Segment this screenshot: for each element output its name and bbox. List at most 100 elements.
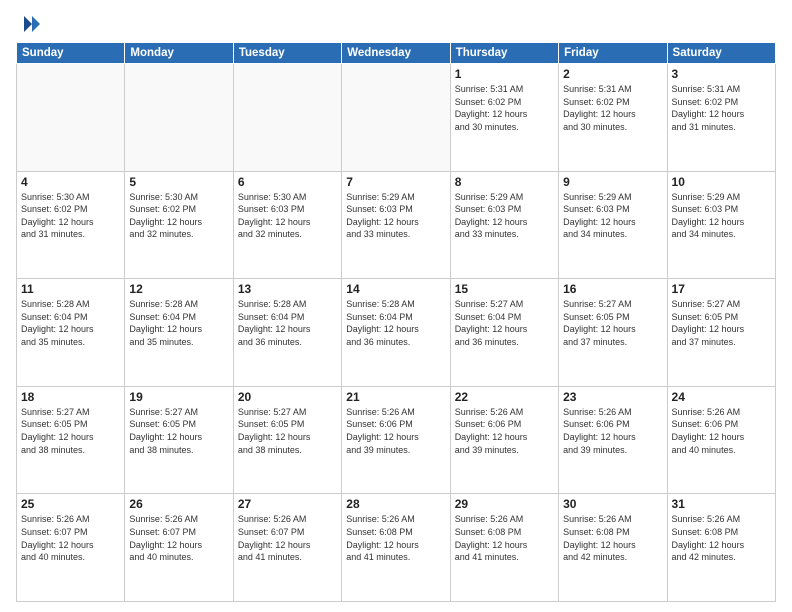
page: SundayMondayTuesdayWednesdayThursdayFrid… xyxy=(0,0,792,612)
day-number: 7 xyxy=(346,175,445,189)
day-number: 12 xyxy=(129,282,228,296)
calendar-table: SundayMondayTuesdayWednesdayThursdayFrid… xyxy=(16,42,776,602)
day-cell: 27 Sunrise: 5:26 AM Sunset: 6:07 PM Dayli… xyxy=(233,494,341,602)
week-row-2: 4 Sunrise: 5:30 AM Sunset: 6:02 PM Daylig… xyxy=(17,171,776,279)
day-info: Sunrise: 5:28 AM Sunset: 6:04 PM Dayligh… xyxy=(238,298,337,348)
day-cell: 16 Sunrise: 5:27 AM Sunset: 6:05 PM Dayli… xyxy=(559,279,667,387)
day-cell: 17Sunrise: 5:27 AM Sunset: 6:05 PM Dayli… xyxy=(667,279,775,387)
day-info: Sunrise: 5:26 AM Sunset: 6:07 PM Dayligh… xyxy=(238,513,337,563)
day-number: 19 xyxy=(129,390,228,404)
day-cell: 20Sunrise: 5:27 AM Sunset: 6:05 PM Dayli… xyxy=(233,386,341,494)
day-number: 23 xyxy=(563,390,662,404)
day-cell: 22 Sunrise: 5:26 AM Sunset: 6:06 PM Dayli… xyxy=(450,386,558,494)
day-number: 8 xyxy=(455,175,554,189)
day-cell: 23 Sunrise: 5:26 AM Sunset: 6:06 PM Dayli… xyxy=(559,386,667,494)
day-info: Sunrise: 5:29 AM Sunset: 6:03 PM Dayligh… xyxy=(672,191,771,241)
day-info: Sunrise: 5:28 AM Sunset: 6:04 PM Dayligh… xyxy=(129,298,228,348)
day-number: 22 xyxy=(455,390,554,404)
day-number: 9 xyxy=(563,175,662,189)
day-info: Sunrise: 5:26 AM Sunset: 6:06 PM Dayligh… xyxy=(455,406,554,456)
col-header-wednesday: Wednesday xyxy=(342,43,450,64)
day-info: Sunrise: 5:26 AM Sunset: 6:06 PM Dayligh… xyxy=(672,406,771,456)
day-number: 2 xyxy=(563,67,662,81)
day-info: Sunrise: 5:30 AM Sunset: 6:02 PM Dayligh… xyxy=(21,191,120,241)
day-number: 11 xyxy=(21,282,120,296)
day-info: Sunrise: 5:31 AM Sunset: 6:02 PM Dayligh… xyxy=(563,83,662,133)
day-number: 24 xyxy=(672,390,771,404)
day-number: 26 xyxy=(129,497,228,511)
day-info: Sunrise: 5:31 AM Sunset: 6:02 PM Dayligh… xyxy=(455,83,554,133)
day-number: 25 xyxy=(21,497,120,511)
day-info: Sunrise: 5:26 AM Sunset: 6:08 PM Dayligh… xyxy=(563,513,662,563)
day-cell: 4 Sunrise: 5:30 AM Sunset: 6:02 PM Daylig… xyxy=(17,171,125,279)
day-cell: 2 Sunrise: 5:31 AM Sunset: 6:02 PM Daylig… xyxy=(559,64,667,172)
day-number: 6 xyxy=(238,175,337,189)
day-info: Sunrise: 5:27 AM Sunset: 6:05 PM Dayligh… xyxy=(672,298,771,348)
day-number: 20 xyxy=(238,390,337,404)
day-number: 16 xyxy=(563,282,662,296)
day-info: Sunrise: 5:27 AM Sunset: 6:05 PM Dayligh… xyxy=(129,406,228,456)
logo xyxy=(16,12,44,36)
day-number: 4 xyxy=(21,175,120,189)
day-cell: 1 Sunrise: 5:31 AM Sunset: 6:02 PM Daylig… xyxy=(450,64,558,172)
day-info: Sunrise: 5:26 AM Sunset: 6:06 PM Dayligh… xyxy=(346,406,445,456)
day-cell xyxy=(17,64,125,172)
day-cell: 14Sunrise: 5:28 AM Sunset: 6:04 PM Dayli… xyxy=(342,279,450,387)
day-cell: 6 Sunrise: 5:30 AM Sunset: 6:03 PM Daylig… xyxy=(233,171,341,279)
day-number: 18 xyxy=(21,390,120,404)
day-number: 15 xyxy=(455,282,554,296)
day-number: 21 xyxy=(346,390,445,404)
day-info: Sunrise: 5:27 AM Sunset: 6:04 PM Dayligh… xyxy=(455,298,554,348)
day-cell: 21 Sunrise: 5:26 AM Sunset: 6:06 PM Dayli… xyxy=(342,386,450,494)
logo-icon xyxy=(16,12,40,36)
week-row-4: 18 Sunrise: 5:27 AM Sunset: 6:05 PM Dayli… xyxy=(17,386,776,494)
day-cell xyxy=(342,64,450,172)
day-info: Sunrise: 5:29 AM Sunset: 6:03 PM Dayligh… xyxy=(455,191,554,241)
col-header-tuesday: Tuesday xyxy=(233,43,341,64)
day-cell: 19 Sunrise: 5:27 AM Sunset: 6:05 PM Dayli… xyxy=(125,386,233,494)
day-cell: 3Sunrise: 5:31 AM Sunset: 6:02 PM Daylig… xyxy=(667,64,775,172)
day-info: Sunrise: 5:29 AM Sunset: 6:03 PM Dayligh… xyxy=(346,191,445,241)
day-info: Sunrise: 5:28 AM Sunset: 6:04 PM Dayligh… xyxy=(21,298,120,348)
col-header-friday: Friday xyxy=(559,43,667,64)
col-header-monday: Monday xyxy=(125,43,233,64)
day-info: Sunrise: 5:26 AM Sunset: 6:08 PM Dayligh… xyxy=(455,513,554,563)
day-info: Sunrise: 5:27 AM Sunset: 6:05 PM Dayligh… xyxy=(563,298,662,348)
day-cell: 15 Sunrise: 5:27 AM Sunset: 6:04 PM Dayli… xyxy=(450,279,558,387)
day-info: Sunrise: 5:30 AM Sunset: 6:03 PM Dayligh… xyxy=(238,191,337,241)
day-cell: 25Sunrise: 5:26 AM Sunset: 6:07 PM Dayli… xyxy=(17,494,125,602)
day-number: 13 xyxy=(238,282,337,296)
col-header-sunday: Sunday xyxy=(17,43,125,64)
day-cell: 8 Sunrise: 5:29 AM Sunset: 6:03 PM Daylig… xyxy=(450,171,558,279)
col-header-thursday: Thursday xyxy=(450,43,558,64)
week-row-5: 25 Sunrise: 5:26 AM Sunset: 6:07 PM Dayli… xyxy=(17,494,776,602)
day-info: Sunrise: 5:26 AM Sunset: 6:06 PM Dayligh… xyxy=(563,406,662,456)
day-cell: 24 Sunrise: 5:26 AM Sunset: 6:06 PM Dayli… xyxy=(667,386,775,494)
day-info: Sunrise: 5:26 AM Sunset: 6:07 PM Dayligh… xyxy=(129,513,228,563)
day-info: Sunrise: 5:29 AM Sunset: 6:03 PM Dayligh… xyxy=(563,191,662,241)
day-cell: 30 Sunrise: 5:26 AM Sunset: 6:08 PM Dayli… xyxy=(559,494,667,602)
day-cell: 13 Sunrise: 5:28 AM Sunset: 6:04 PM Dayli… xyxy=(233,279,341,387)
day-number: 5 xyxy=(129,175,228,189)
day-cell: 31 Sunrise: 5:26 AM Sunset: 6:08 PM Dayli… xyxy=(667,494,775,602)
day-cell: 10Sunrise: 5:29 AM Sunset: 6:03 PM Dayli… xyxy=(667,171,775,279)
day-number: 28 xyxy=(346,497,445,511)
day-number: 31 xyxy=(672,497,771,511)
day-number: 27 xyxy=(238,497,337,511)
week-row-3: 11 Sunrise: 5:28 AM Sunset: 6:04 PM Dayli… xyxy=(17,279,776,387)
day-cell xyxy=(233,64,341,172)
day-number: 29 xyxy=(455,497,554,511)
day-number: 1 xyxy=(455,67,554,81)
week-row-1: 1 Sunrise: 5:31 AM Sunset: 6:02 PM Daylig… xyxy=(17,64,776,172)
day-cell: 26 Sunrise: 5:26 AM Sunset: 6:07 PM Dayli… xyxy=(125,494,233,602)
day-info: Sunrise: 5:26 AM Sunset: 6:08 PM Dayligh… xyxy=(672,513,771,563)
header-row: SundayMondayTuesdayWednesdayThursdayFrid… xyxy=(17,43,776,64)
day-cell: 11 Sunrise: 5:28 AM Sunset: 6:04 PM Dayli… xyxy=(17,279,125,387)
day-cell: 9 Sunrise: 5:29 AM Sunset: 6:03 PM Daylig… xyxy=(559,171,667,279)
day-number: 30 xyxy=(563,497,662,511)
day-cell: 12 Sunrise: 5:28 AM Sunset: 6:04 PM Dayli… xyxy=(125,279,233,387)
day-number: 3 xyxy=(672,67,771,81)
day-cell: 18Sunrise: 5:27 AM Sunset: 6:05 PM Dayli… xyxy=(17,386,125,494)
day-cell xyxy=(125,64,233,172)
day-cell: 29 Sunrise: 5:26 AM Sunset: 6:08 PM Dayli… xyxy=(450,494,558,602)
